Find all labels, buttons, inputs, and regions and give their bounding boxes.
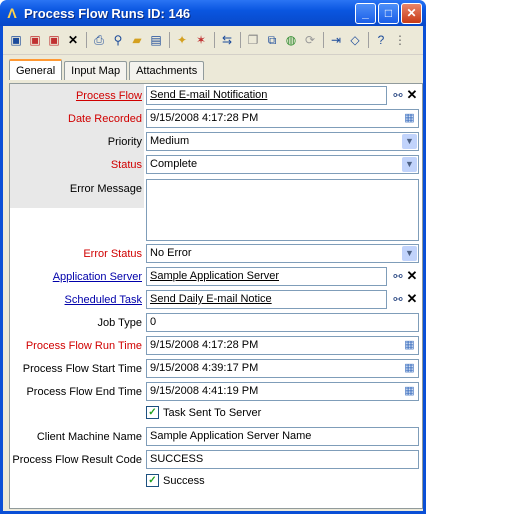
task-sent-checkbox[interactable]: ✓ Task Sent To Server — [146, 406, 261, 419]
wizard-icon[interactable]: ✦ — [173, 31, 191, 49]
window-title: Process Flow Runs ID: 146 — [24, 5, 191, 21]
window-icon[interactable]: ▤ — [147, 31, 165, 49]
priority-label: Priority — [107, 136, 142, 148]
end-time-field[interactable]: 9/15/2008 4:41:19 PM ▦ — [146, 382, 419, 401]
minimize-button[interactable]: _ — [355, 2, 376, 24]
error-status-label: Error Status — [83, 248, 142, 260]
toolbar-separator — [323, 32, 324, 48]
clear-icon[interactable]: ✕ — [404, 87, 420, 103]
scheduled-task-label[interactable]: Scheduled Task — [65, 294, 142, 306]
chevron-down-icon[interactable]: ▼ — [402, 246, 417, 261]
save-icon[interactable]: ▣ — [7, 31, 25, 49]
client-area: ▣ ▣ ▣ ✕ ⎙ ⚲ ▰ ▤ ✦ ✶ ⇆ ❐ ⧉ ◍ ⟳ ⇥ ◇ ? ⋮ Ge… — [3, 26, 423, 511]
toolbar-separator — [86, 32, 87, 48]
chevron-down-icon[interactable]: ▼ — [402, 134, 417, 149]
merge-icon[interactable]: ⧉ — [263, 31, 281, 49]
open-icon[interactable]: ▰ — [128, 31, 146, 49]
error-message-textarea[interactable] — [146, 179, 419, 241]
help-icon[interactable]: ? — [372, 31, 390, 49]
clear-icon[interactable]: ✕ — [404, 291, 420, 307]
client-machine-field[interactable]: Sample Application Server Name — [146, 427, 419, 446]
success-checkbox[interactable]: ✓ Success — [146, 474, 205, 487]
status-select[interactable]: Complete ▼ — [146, 155, 419, 174]
error-message-label: Error Message — [69, 183, 142, 195]
title-bar: Λ Process Flow Runs ID: 146 _ □ ✕ — [0, 0, 426, 26]
toolbar: ▣ ▣ ▣ ✕ ⎙ ⚲ ▰ ▤ ✦ ✶ ⇆ ❐ ⧉ ◍ ⟳ ⇥ ◇ ? ⋮ — [3, 26, 423, 55]
find-icon[interactable]: ⚲ — [109, 31, 127, 49]
calendar-icon[interactable]: ▦ — [402, 360, 417, 377]
run-time-field[interactable]: 9/15/2008 4:17:28 PM ▦ — [146, 336, 419, 355]
checkmark-icon[interactable]: ✓ — [146, 406, 159, 419]
tools-icon[interactable]: ✶ — [192, 31, 210, 49]
checkmark-icon[interactable]: ✓ — [146, 474, 159, 487]
copy-icon[interactable]: ❐ — [244, 31, 262, 49]
tab-strip: General Input Map Attachments — [9, 59, 206, 80]
error-status-select[interactable]: No Error ▼ — [146, 244, 419, 263]
tab-attachments[interactable]: Attachments — [129, 61, 205, 80]
toolbar-overflow-icon[interactable]: ⋮ — [391, 31, 409, 49]
client-machine-label: Client Machine Name — [36, 431, 142, 443]
refresh-icon[interactable]: ⟳ — [301, 31, 319, 49]
toolbar-separator — [169, 32, 170, 48]
job-type-field[interactable]: 0 — [146, 313, 419, 332]
task-sent-label: Task Sent To Server — [163, 406, 262, 419]
date-recorded-label: Date Recorded — [68, 113, 142, 125]
job-type-label: Job Type — [97, 317, 142, 329]
globe-icon[interactable]: ◍ — [282, 31, 300, 49]
clear-icon[interactable]: ✕ — [404, 268, 420, 284]
toolbar-separator — [214, 32, 215, 48]
run-time-label: Process Flow Run Time — [25, 340, 142, 352]
maximize-button[interactable]: □ — [378, 2, 399, 24]
eraser-icon[interactable]: ◇ — [346, 31, 364, 49]
calendar-icon[interactable]: ▦ — [402, 337, 417, 354]
save-new-icon[interactable]: ▣ — [26, 31, 44, 49]
print-icon[interactable]: ⎙ — [90, 31, 108, 49]
priority-select[interactable]: Medium ▼ — [146, 132, 419, 151]
application-server-field[interactable]: Sample Application Server — [146, 267, 387, 286]
toolbar-separator — [240, 32, 241, 48]
link-icon[interactable]: ⇆ — [218, 31, 236, 49]
calendar-icon[interactable]: ▦ — [402, 110, 417, 127]
chevron-down-icon[interactable]: ▼ — [402, 157, 417, 172]
window: Λ Process Flow Runs ID: 146 _ □ ✕ ▣ ▣ ▣ … — [0, 0, 426, 514]
process-flow-label[interactable]: Process Flow — [76, 90, 142, 102]
save-close-icon[interactable]: ▣ — [45, 31, 63, 49]
start-time-label: Process Flow Start Time — [22, 363, 142, 375]
scheduled-task-field[interactable]: Send Daily E-mail Notice — [146, 290, 387, 309]
status-label: Status — [110, 159, 142, 171]
tab-general[interactable]: General — [9, 59, 63, 80]
import-icon[interactable]: ⇥ — [327, 31, 345, 49]
general-panel: Process Flow Send E-mail Notification ⚯ … — [9, 83, 423, 509]
calendar-icon[interactable]: ▦ — [402, 383, 417, 400]
close-button[interactable]: ✕ — [401, 2, 422, 24]
delete-icon[interactable]: ✕ — [64, 31, 82, 49]
toolbar-separator — [368, 32, 369, 48]
app-logo-icon: Λ — [7, 5, 17, 21]
result-code-field[interactable]: SUCCESS — [146, 450, 419, 469]
application-server-label[interactable]: Application Server — [53, 271, 142, 283]
date-recorded-field[interactable]: 9/15/2008 4:17:28 PM ▦ — [146, 109, 419, 128]
start-time-field[interactable]: 9/15/2008 4:39:17 PM ▦ — [146, 359, 419, 378]
tab-input-map[interactable]: Input Map — [64, 61, 128, 80]
process-flow-field[interactable]: Send E-mail Notification — [146, 86, 387, 105]
end-time-label: Process Flow End Time — [26, 386, 142, 398]
success-label: Success — [163, 474, 205, 487]
result-code-label: Process Flow Result Code — [12, 454, 142, 466]
